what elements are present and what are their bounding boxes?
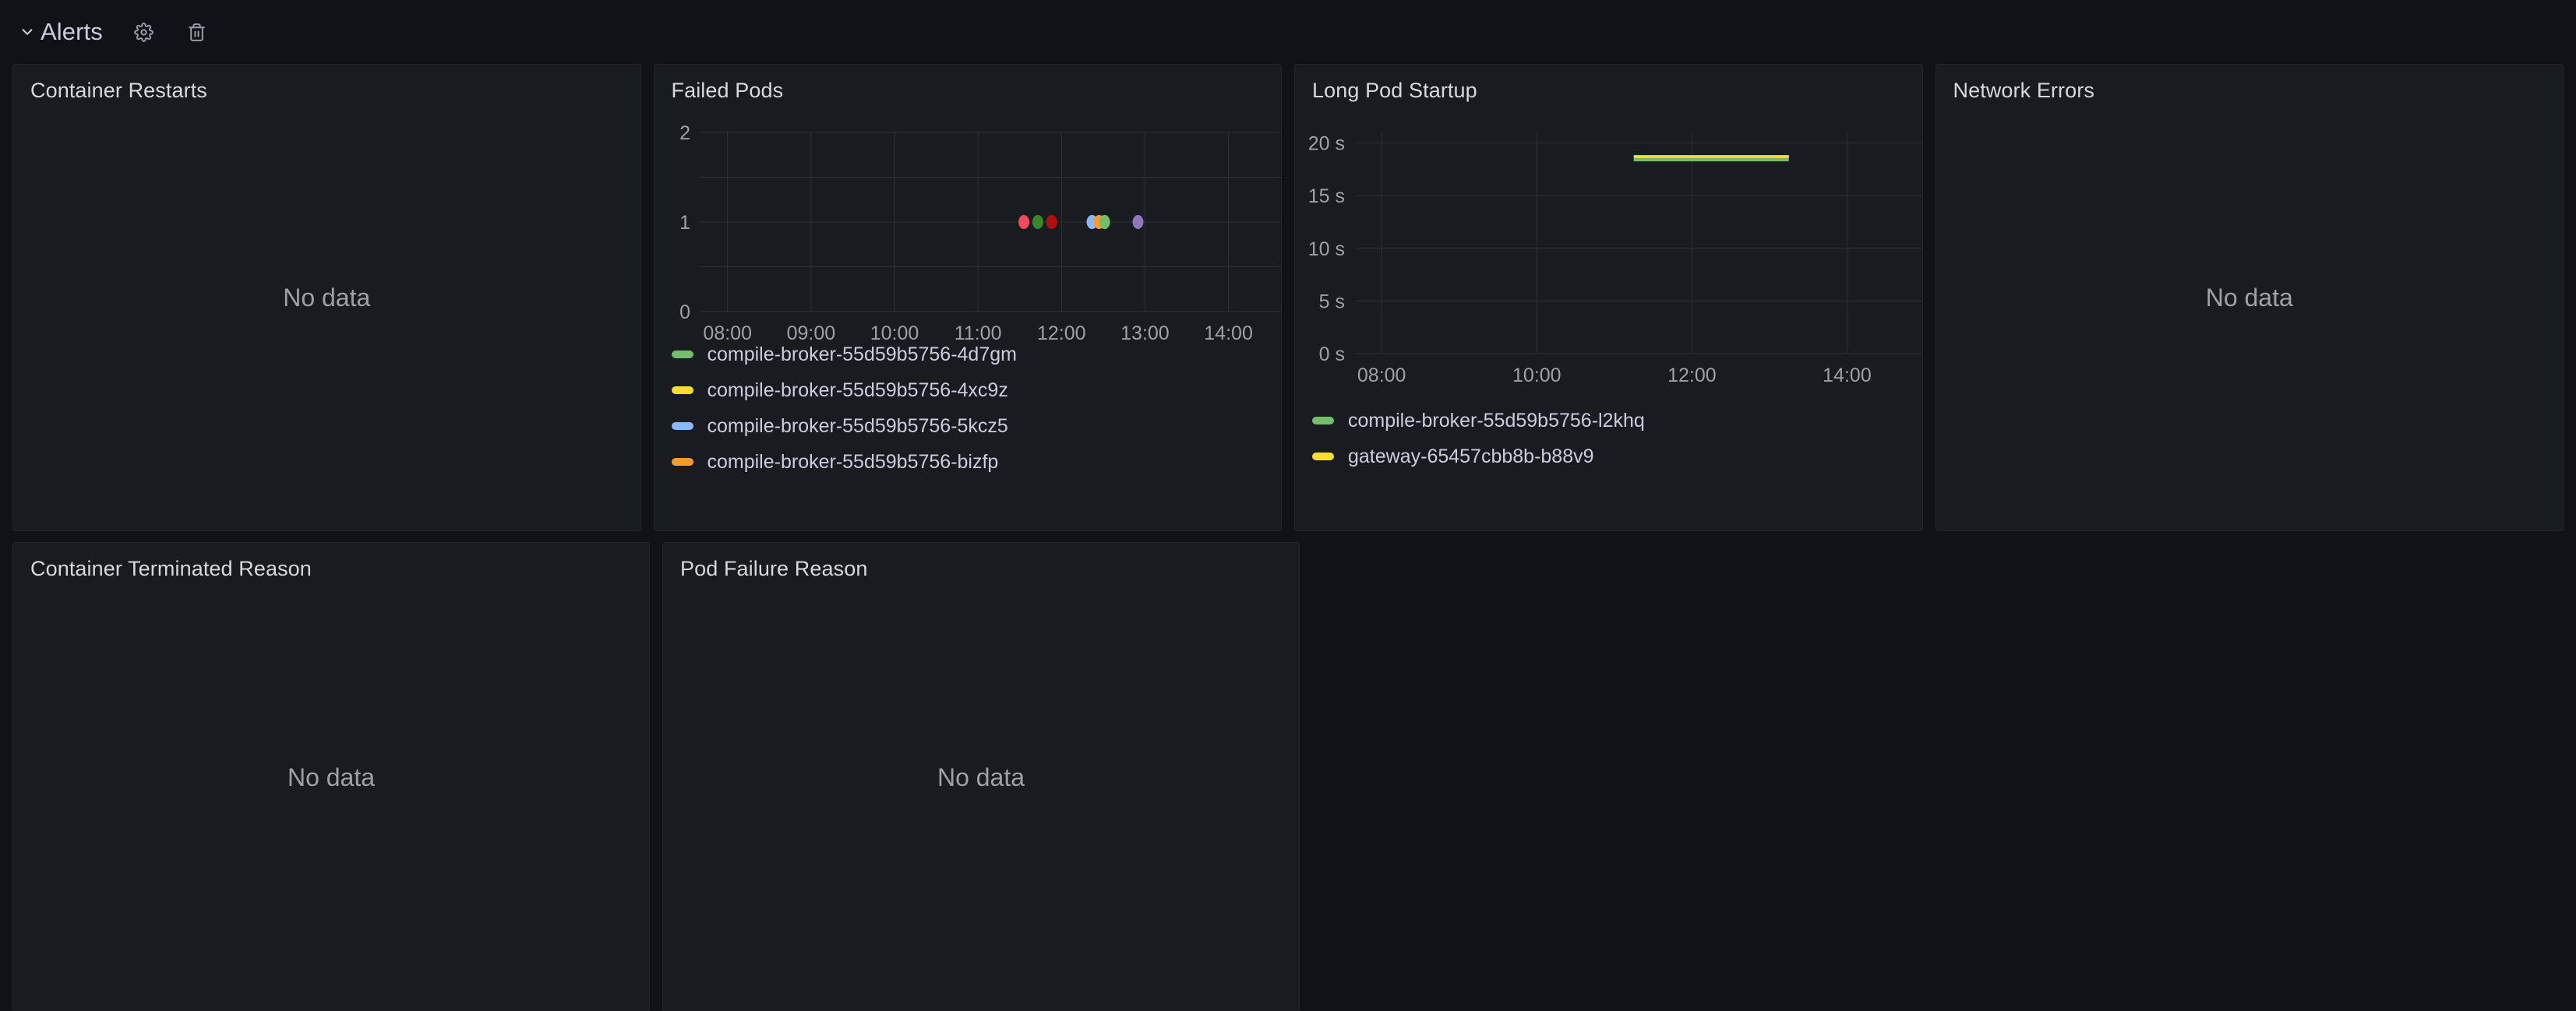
legend-label: compile-broker-55d59b5756-l2khq — [1348, 409, 1645, 432]
legend-color-swatch — [671, 458, 693, 466]
chart-legend[interactable]: compile-broker-55d59b5756-4d7gm compile-b… — [671, 336, 1276, 480]
svg-text:20 s: 20 s — [1308, 133, 1345, 155]
svg-text:10:00: 10:00 — [1512, 365, 1561, 386]
no-data-message: No data — [287, 763, 376, 791]
panel-title: Long Pod Startup — [1312, 79, 1477, 102]
y-axis-ticks: 0 s 5 s 10 s 15 s 20 s — [1308, 133, 1345, 365]
data-series — [1633, 155, 1789, 162]
chart-gridlines — [699, 132, 1282, 312]
panel-network-errors[interactable]: Network Errors No data — [1935, 64, 2564, 531]
legend-color-swatch — [1312, 453, 1334, 460]
legend-item[interactable]: gateway-65457cbb8b-b88v9 — [1312, 439, 1916, 474]
legend-color-swatch — [671, 351, 693, 358]
dashboard-grid: Container Restarts No data Failed Pods 0… — [0, 64, 2576, 1011]
panel-title: Failed Pods — [671, 79, 784, 102]
legend-color-swatch — [1312, 417, 1334, 424]
panel-failed-pods[interactable]: Failed Pods 012 08:00 09:00 10:00 11:00 12:0… — [653, 64, 1282, 531]
legend-item[interactable]: compile-broker-55d59b5756-5kcz5 — [671, 408, 1276, 444]
y-axis-ticks: 0 1 2 — [679, 122, 690, 323]
svg-text:08:00: 08:00 — [1357, 365, 1406, 386]
legend-item[interactable]: compile-broker-55d59b5756-4d7gm — [671, 336, 1276, 372]
svg-text:1: 1 — [679, 212, 690, 234]
svg-text:14:00: 14:00 — [1823, 365, 1872, 386]
legend-item[interactable]: compile-broker-55d59b5756-l2khq — [1312, 403, 1916, 439]
panel-long-pod-startup[interactable]: Long Pod Startup 0 s 5 s 10 s 15 s 20 s 08:0… — [1294, 64, 1923, 531]
svg-text:0 s: 0 s — [1319, 343, 1345, 365]
svg-text:0: 0 — [679, 301, 690, 323]
panel-pod-failure-reason[interactable]: Pod Failure Reason No data — [662, 542, 1300, 1011]
legend-color-swatch — [671, 422, 693, 430]
x-axis-ticks: 08:00 10:00 12:00 14:00 — [1357, 365, 1872, 386]
svg-text:2: 2 — [679, 122, 690, 144]
legend-color-swatch — [671, 386, 693, 394]
no-data-message: No data — [937, 763, 1025, 791]
long-pod-startup-chart[interactable]: 0 s5 s 10 s 15 s 20 s 08:00 10:00 12:00 14:00 … — [1295, 103, 1922, 530]
legend-label: compile-broker-55d59b5756-5kcz5 — [707, 414, 1008, 437]
legend-item[interactable]: compile-broker-55d59b5756-bizfp — [671, 444, 1276, 480]
legend-label: compile-broker-55d59b5756-4d7gm — [707, 343, 1017, 365]
row-title: Alerts — [41, 18, 103, 45]
panel-container-terminated-reason[interactable]: Container Terminated Reason No data — [12, 542, 650, 1011]
svg-text:15 s: 15 s — [1308, 185, 1345, 207]
chart-gridlines — [1356, 132, 1922, 354]
no-data-message: No data — [2205, 283, 2293, 312]
row-header[interactable]: Alerts — [0, 0, 2576, 64]
legend-label: compile-broker-55d59b5756-bizfp — [707, 450, 999, 473]
legend-label: compile-broker-55d59b5756-4xc9z — [707, 379, 1008, 401]
chart-legend[interactable]: compile-broker-55d59b5756-l2khq gateway-6… — [1312, 403, 1916, 474]
svg-text:12:00: 12:00 — [1667, 365, 1717, 386]
chevron-down-icon[interactable] — [17, 22, 37, 42]
no-data-message: No data — [283, 283, 371, 312]
legend-label: gateway-65457cbb8b-b88v9 — [1348, 445, 1594, 467]
legend-item[interactable]: compile-broker-55d59b5756-4xc9z — [671, 372, 1276, 408]
panel-row-2: Container Terminated Reason No data Pod … — [12, 542, 2564, 1011]
failed-pods-chart[interactable]: 012 08:00 09:00 10:00 11:00 12:00 13:00 14:00 … — [655, 103, 1282, 530]
trash-icon[interactable] — [182, 17, 212, 47]
panel-container-restarts[interactable]: Container Restarts No data — [12, 64, 641, 531]
panel-row-1: Container Restarts No data Failed Pods 0… — [12, 64, 2564, 531]
svg-text:10 s: 10 s — [1308, 238, 1345, 260]
gear-icon[interactable] — [129, 17, 159, 47]
svg-text:5 s: 5 s — [1319, 291, 1345, 312]
long-pod-startup-plot: 0 s 5 s 10 s 15 s 20 s 08:00 10:00 12:00 14:00 — [1308, 132, 1922, 386]
